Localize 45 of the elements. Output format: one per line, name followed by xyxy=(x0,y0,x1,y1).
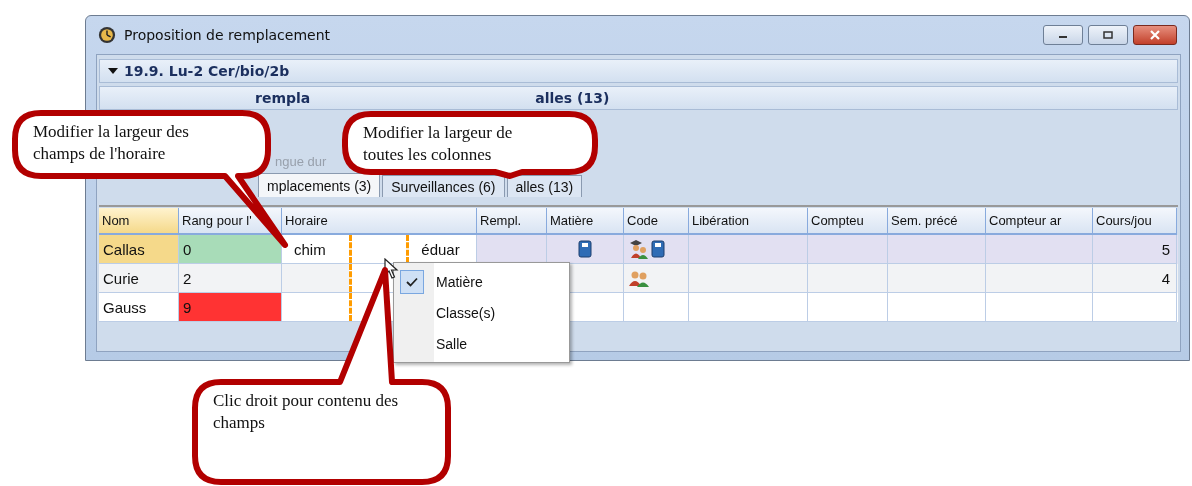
column-header[interactable]: Code xyxy=(624,208,689,235)
tab[interactable]: Surveillances (6) xyxy=(382,175,505,197)
maximize-icon xyxy=(1103,31,1113,39)
menu-item[interactable]: Classe(s) xyxy=(394,297,569,328)
menu-item[interactable]: Salle xyxy=(394,328,569,359)
tab[interactable]: alles (13) xyxy=(506,175,583,197)
lesson-title: 19.9. Lu-2 Cer/bio/2b xyxy=(124,63,290,79)
column-header[interactable]: Rempl. xyxy=(477,208,547,235)
column-header[interactable]: Matière xyxy=(547,208,624,235)
close-icon xyxy=(1149,30,1161,40)
summary-row[interactable]: rempla alles (13) xyxy=(99,86,1178,110)
clock-icon xyxy=(98,26,116,44)
column-header[interactable]: Horaire xyxy=(282,208,477,235)
table-cell: éduar xyxy=(421,241,460,258)
window-title: Proposition de remplacement xyxy=(124,27,331,43)
column-header[interactable]: Sem. précé xyxy=(888,208,986,235)
table-cell: 0 xyxy=(179,235,282,264)
option-label: ngue dur xyxy=(275,154,327,170)
column-header[interactable]: Compteu xyxy=(808,208,888,235)
table-cell: Callas xyxy=(99,235,179,264)
book-icon xyxy=(578,240,592,258)
table-cell: chim xyxy=(294,241,326,258)
people-group-icon xyxy=(629,269,649,287)
callout-text: Modifier la largeur de toutes les colonnes xyxy=(363,122,514,166)
table-cell: 9 xyxy=(179,293,282,322)
menu-item[interactable]: Matière xyxy=(394,266,569,297)
book-icon xyxy=(651,240,665,258)
callout-text: Clic droit pour contenu des champs xyxy=(213,390,400,434)
summary-text: rempla xyxy=(255,90,311,106)
close-button[interactable] xyxy=(1133,25,1177,45)
minimize-button[interactable] xyxy=(1043,25,1083,45)
table-cell: 2 xyxy=(179,264,282,293)
tab[interactable]: mplacements (3) xyxy=(258,173,381,197)
schedule-field[interactable] xyxy=(348,235,410,263)
table-cell: Gauss xyxy=(99,293,179,322)
lesson-row[interactable]: 19.9. Lu-2 Cer/bio/2b xyxy=(99,59,1178,83)
teacher-group-icon xyxy=(629,239,649,259)
column-header[interactable]: Nom xyxy=(99,208,179,235)
callout-text: Modifier la largeur des champs de l'horaire xyxy=(33,121,190,165)
column-header[interactable]: Compteur ar xyxy=(986,208,1093,235)
column-header[interactable]: Libération xyxy=(689,208,808,235)
column-header[interactable]: Cours/jou xyxy=(1093,208,1177,235)
maximize-button[interactable] xyxy=(1088,25,1128,45)
summary-text: alles (13) xyxy=(535,90,610,106)
table-cell: Curie xyxy=(99,264,179,293)
